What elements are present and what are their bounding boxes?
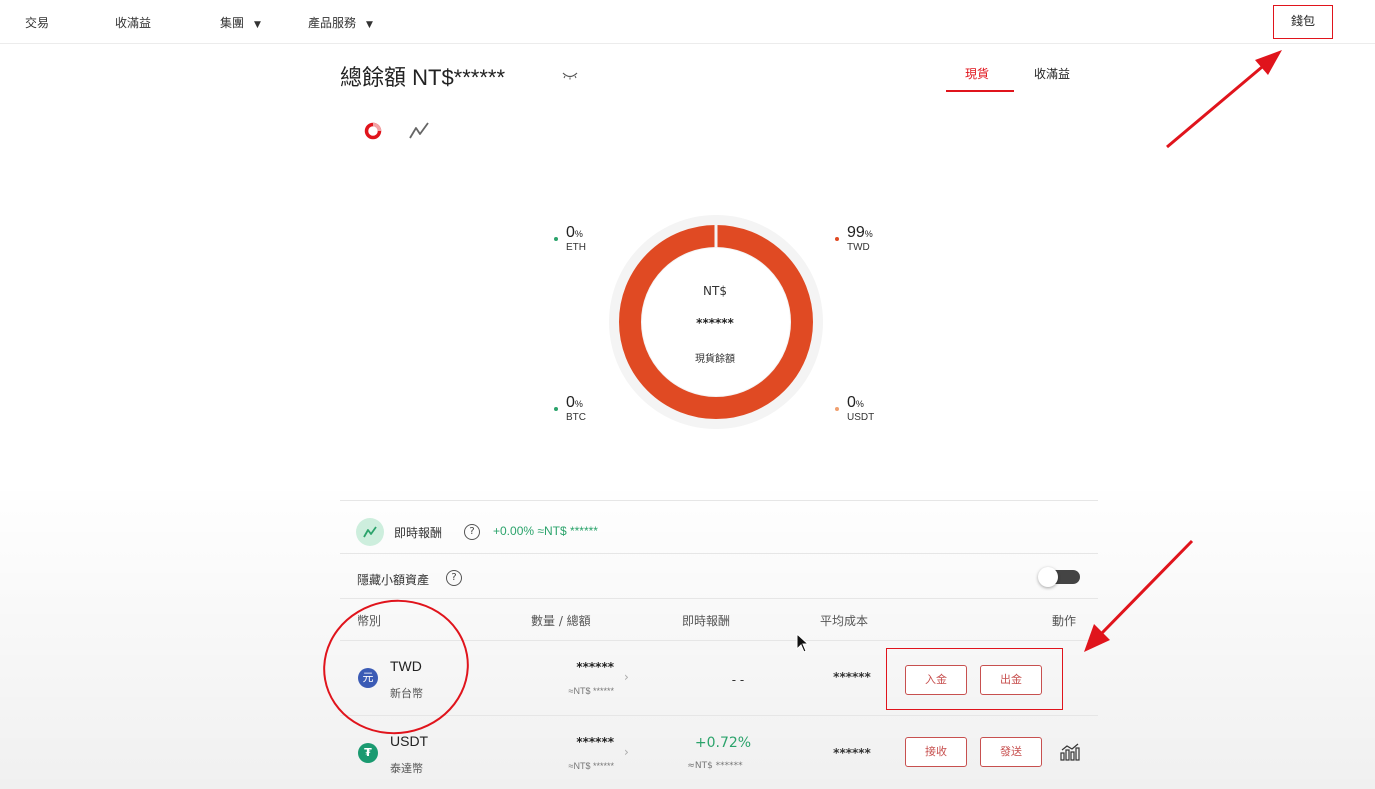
- annotation-arrows: [1084, 50, 1282, 652]
- mouse-cursor-icon: [796, 633, 810, 653]
- annotation-arrow-actions: [1098, 539, 1194, 637]
- annotation-arrow-wallet: [1166, 65, 1263, 149]
